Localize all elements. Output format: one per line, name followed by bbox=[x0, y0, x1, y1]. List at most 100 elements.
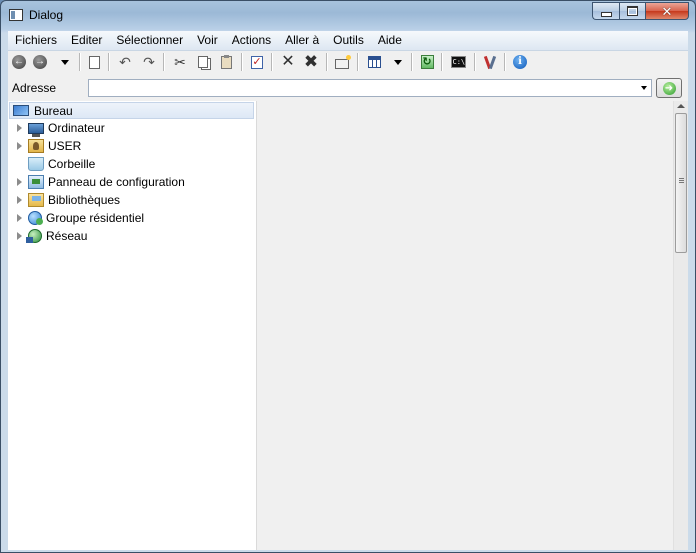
tools-button[interactable] bbox=[481, 53, 499, 71]
title-bar[interactable]: Dialog ✕ bbox=[1, 1, 695, 31]
scroll-grip-icon bbox=[679, 178, 684, 184]
menu-outils[interactable]: Outils bbox=[326, 31, 371, 50]
maximize-button[interactable] bbox=[619, 2, 645, 20]
tree-node-label: Corbeille bbox=[48, 157, 96, 171]
tree-root-label: Bureau bbox=[34, 103, 73, 118]
toolbar-separator bbox=[271, 53, 273, 71]
close-button[interactable]: ✕ bbox=[645, 2, 689, 20]
back-button[interactable]: ← bbox=[10, 53, 28, 71]
view-mode-button[interactable] bbox=[365, 53, 383, 71]
menu-fichiers[interactable]: Fichiers bbox=[8, 31, 64, 50]
checklist-icon: ✓ bbox=[251, 55, 263, 69]
properties-button[interactable]: ✓ bbox=[248, 53, 266, 71]
expand-arrow-icon[interactable] bbox=[17, 124, 22, 132]
delete-bold-icon: ✖ bbox=[303, 52, 319, 71]
toolbar-separator bbox=[326, 53, 328, 71]
scroll-thumb[interactable] bbox=[675, 113, 687, 253]
menu-selectionner[interactable]: Sélectionner bbox=[109, 31, 190, 50]
toolbar-separator bbox=[411, 53, 413, 71]
history-dropdown-button[interactable] bbox=[56, 53, 74, 71]
delete-button[interactable]: ✕ bbox=[279, 53, 297, 71]
dialog-window: Dialog ✕ Fichiers Editer Sélectionner Vo… bbox=[0, 0, 696, 553]
tree-node-label: Panneau de configuration bbox=[48, 175, 185, 189]
address-label: Adresse bbox=[12, 81, 57, 95]
menu-aide[interactable]: Aide bbox=[371, 31, 409, 50]
control-panel-icon bbox=[28, 175, 44, 189]
window-title: Dialog bbox=[29, 8, 64, 22]
expand-arrow-icon[interactable] bbox=[17, 214, 22, 222]
redo-button[interactable]: ↷ bbox=[140, 53, 158, 71]
toolbar-separator bbox=[474, 53, 476, 71]
delete-permanent-button[interactable]: ✖ bbox=[302, 53, 320, 71]
expand-arrow-icon[interactable] bbox=[17, 232, 22, 240]
recycle-bin-icon bbox=[28, 157, 44, 171]
client-area: Fichiers Editer Sélectionner Voir Action… bbox=[8, 31, 688, 550]
toolbar-separator bbox=[79, 53, 81, 71]
address-input[interactable] bbox=[88, 79, 652, 97]
minimize-button[interactable] bbox=[592, 2, 619, 20]
tools-icon bbox=[483, 55, 497, 69]
about-button[interactable]: i bbox=[511, 53, 529, 71]
tree-root-bureau[interactable]: Bureau bbox=[9, 102, 254, 119]
go-arrow-icon: ➜ bbox=[662, 81, 676, 95]
copy-icon bbox=[198, 56, 208, 68]
menu-actions[interactable]: Actions bbox=[225, 31, 278, 50]
tree-node-label: Groupe résidentiel bbox=[46, 211, 145, 225]
scroll-up-arrow-icon[interactable] bbox=[677, 104, 685, 108]
tree-node-groupe-residentiel[interactable]: Groupe résidentiel bbox=[8, 209, 144, 227]
delete-icon: ✕ bbox=[281, 53, 295, 70]
homegroup-icon bbox=[28, 211, 43, 225]
toolbar-separator bbox=[241, 53, 243, 71]
undo-button[interactable]: ↶ bbox=[116, 53, 134, 71]
up-folder-button[interactable] bbox=[85, 53, 103, 71]
refresh-button[interactable]: ↻ bbox=[418, 53, 436, 71]
view-mode-dropdown[interactable] bbox=[389, 53, 407, 71]
maximize-icon bbox=[627, 6, 638, 16]
close-icon: ✕ bbox=[661, 3, 673, 19]
forward-arrow-icon: → bbox=[33, 55, 47, 69]
vertical-scrollbar[interactable] bbox=[673, 101, 688, 550]
menu-voir[interactable]: Voir bbox=[190, 31, 225, 50]
content-pane[interactable] bbox=[257, 101, 673, 550]
back-arrow-icon: ← bbox=[12, 55, 26, 69]
new-folder-icon bbox=[335, 54, 351, 69]
tree-node-panneau-de-configuration[interactable]: Panneau de configuration bbox=[8, 173, 185, 191]
toolbar-separator bbox=[108, 53, 110, 71]
copy-button[interactable] bbox=[194, 53, 212, 71]
info-icon: i bbox=[513, 55, 527, 69]
tree-node-corbeille[interactable]: Corbeille bbox=[8, 155, 95, 173]
command-prompt-button[interactable]: C:\ bbox=[449, 53, 467, 71]
view-grid-icon bbox=[367, 56, 381, 68]
refresh-icon: ↻ bbox=[420, 55, 434, 69]
go-button[interactable]: ➜ bbox=[656, 78, 682, 98]
paste-button[interactable] bbox=[217, 53, 235, 71]
toolbar-separator bbox=[357, 53, 359, 71]
new-folder-button[interactable] bbox=[333, 53, 351, 71]
paste-icon bbox=[220, 54, 232, 69]
tree-node-label: USER bbox=[48, 139, 82, 153]
cut-button[interactable]: ✂ bbox=[171, 53, 189, 71]
tree-node-ordinateur[interactable]: Ordinateur bbox=[8, 119, 105, 137]
tree-node-bibliotheques[interactable]: Bibliothèques bbox=[8, 191, 120, 209]
toolbar-separator bbox=[441, 53, 443, 71]
menu-aller-a[interactable]: Aller à bbox=[278, 31, 326, 50]
user-folder-icon bbox=[28, 139, 44, 153]
toolbar-separator bbox=[163, 53, 165, 71]
expand-arrow-icon[interactable] bbox=[17, 142, 22, 150]
expand-arrow-icon[interactable] bbox=[17, 178, 22, 186]
forward-button[interactable]: → bbox=[31, 53, 49, 71]
up-folder-icon bbox=[88, 55, 100, 69]
tree-node-user[interactable]: USER bbox=[8, 137, 81, 155]
caption-buttons: ✕ bbox=[592, 2, 689, 21]
dropdown-arrow-icon bbox=[61, 59, 69, 65]
redo-icon: ↷ bbox=[143, 53, 155, 70]
menu-bar: Fichiers Editer Sélectionner Voir Action… bbox=[8, 31, 688, 51]
scissors-icon: ✂ bbox=[174, 53, 186, 70]
toolbar-separator bbox=[504, 53, 506, 71]
expand-arrow-icon[interactable] bbox=[17, 196, 22, 204]
address-bar: Adresse ➜ bbox=[8, 76, 688, 100]
undo-icon: ↶ bbox=[119, 53, 131, 70]
address-dropdown-arrow-icon[interactable] bbox=[641, 86, 647, 90]
tree-node-reseau[interactable]: Réseau bbox=[8, 227, 87, 245]
menu-editer[interactable]: Editer bbox=[64, 31, 109, 50]
